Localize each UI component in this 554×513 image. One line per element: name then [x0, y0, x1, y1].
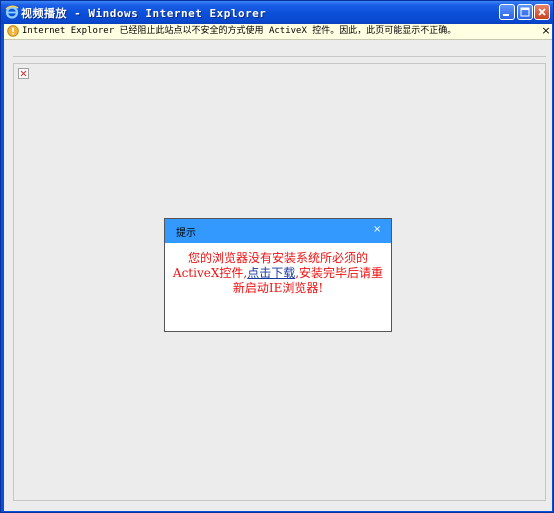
dialog-title: 提示: [176, 228, 196, 239]
close-icon: [538, 8, 546, 16]
maximize-icon: [520, 7, 530, 17]
dialog-message: 您的浏览器没有安装系统所必须的ActiveX控件,点击下载,安装完毕后请重新启动…: [171, 251, 385, 296]
dialog-close-button[interactable]: ×: [373, 224, 381, 235]
information-bar[interactable]: Internet Explorer 已经阻止此站点以不安全的方式使用 Activ…: [4, 24, 552, 40]
prompt-dialog: 提示 × 您的浏览器没有安装系统所必须的ActiveX控件,点击下载,安装完毕后…: [164, 218, 392, 332]
close-window-button[interactable]: [534, 4, 550, 20]
divider: [13, 56, 546, 57]
internet-explorer-icon: [5, 5, 19, 19]
information-bar-close-button[interactable]: ×: [541, 24, 551, 38]
shield-warning-icon: [7, 25, 19, 37]
title-bar[interactable]: 视频播放 - Windows Internet Explorer: [1, 1, 553, 24]
dialog-header: 提示 ×: [165, 219, 391, 243]
minimize-icon: [503, 14, 509, 16]
broken-image-icon: [18, 68, 29, 79]
window-title: 视频播放 - Windows Internet Explorer: [21, 7, 267, 20]
minimize-button[interactable]: [499, 4, 515, 20]
maximize-button[interactable]: [517, 4, 533, 20]
download-link[interactable]: 点击下载: [247, 266, 295, 280]
information-bar-text: Internet Explorer 已经阻止此站点以不安全的方式使用 Activ…: [22, 26, 457, 36]
browser-window: 视频播放 - Windows Internet Explorer Interne…: [0, 0, 554, 513]
